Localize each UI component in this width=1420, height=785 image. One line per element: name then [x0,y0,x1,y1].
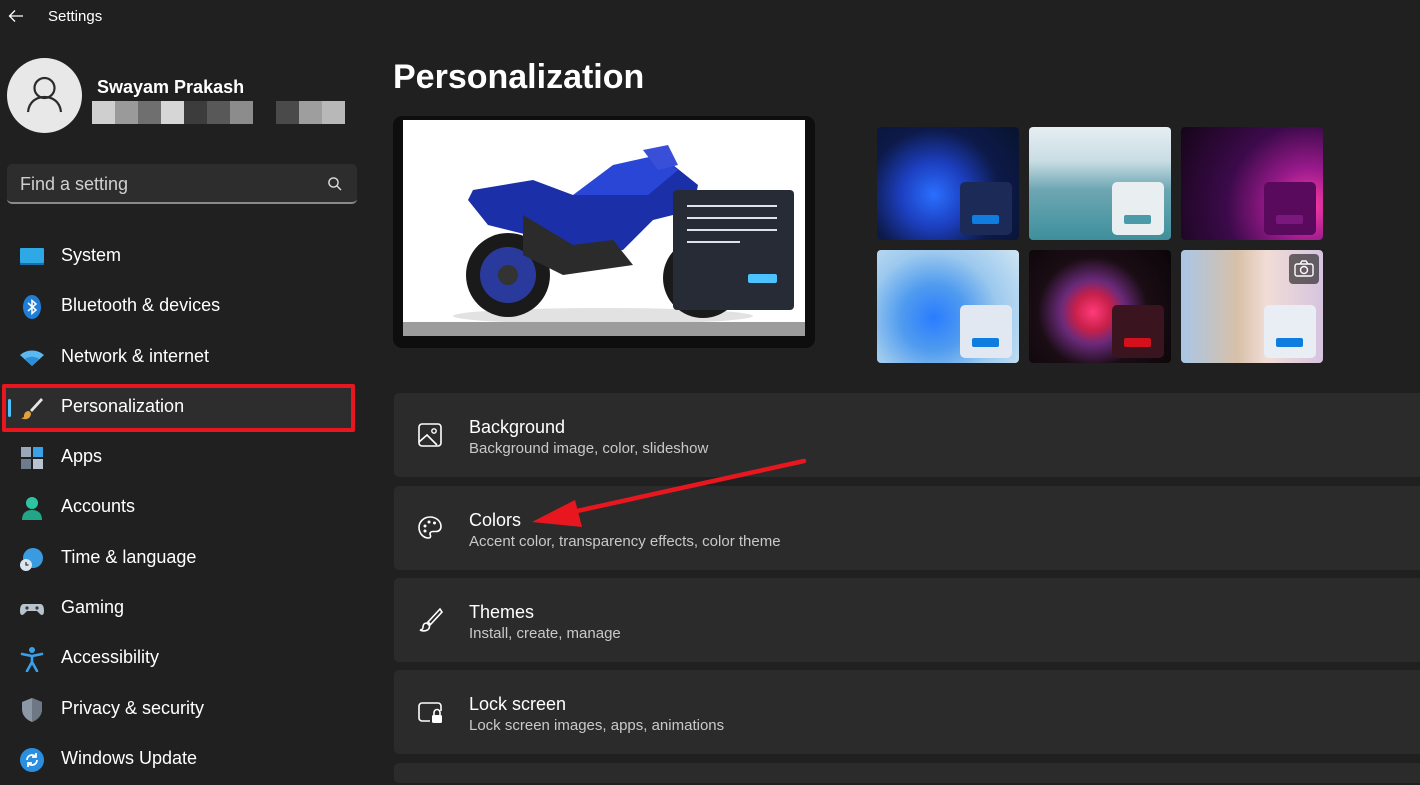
brush-icon [419,607,444,632]
redaction-block [230,101,253,124]
sidebar-item-label: Personalization [61,395,185,416]
redaction-block [299,101,322,124]
paintbrush-icon [21,397,43,420]
avatar[interactable] [7,58,82,133]
camera-icon [1289,254,1319,284]
sidebar-item-label: Accessibility [61,647,160,668]
sidebar-nav: System Bluetooth & devices Network & int… [0,232,362,785]
sidebar-item-label: Accounts [61,496,136,517]
monitor-icon [20,248,44,265]
globe-clock-icon [20,547,43,571]
redaction-block [276,101,299,124]
palette-icon [418,516,442,539]
sample-window [673,190,794,310]
shield-icon [22,697,42,722]
theme-windows-dark[interactable] [877,127,1019,240]
setting-title: Themes [469,602,535,622]
sidebar-item-label: Time & language [61,546,197,567]
sidebar-item-privacy[interactable]: Privacy & security [0,685,362,735]
search-input[interactable] [7,164,322,204]
theme-spotlight[interactable] [1181,250,1323,363]
sidebar-item-accounts[interactable]: Accounts [0,483,362,533]
sidebar-item-windows-update[interactable]: Windows Update [0,735,362,785]
setting-themes[interactable]: Themes Install, create, manage [394,578,1420,662]
sidebar-item-label: Bluetooth & devices [61,295,221,316]
selection-indicator [8,398,11,417]
title-bar: Settings [0,0,1420,32]
desktop-preview [393,116,815,348]
redaction-block [184,101,207,124]
redaction-block [253,101,276,124]
theme-captured-motion[interactable] [1029,250,1171,363]
sidebar-item-label: System [61,245,122,265]
redaction-block [138,101,161,124]
redaction-block [115,101,138,124]
image-icon [418,423,442,447]
sidebar-item-time-language[interactable]: Time & language [0,534,362,584]
setting-title: Colors [469,510,522,530]
sidebar-item-label: Network & internet [61,345,210,366]
redacted-email [92,101,345,124]
sidebar-item-label: Windows Update [61,747,198,768]
wifi-icon [20,350,44,366]
sidebar-item-network[interactable]: Network & internet [0,333,362,383]
apps-icon [21,447,43,470]
person-icon [26,76,63,113]
search-icon[interactable] [327,176,343,192]
sidebar-item-accessibility[interactable]: Accessibility [0,634,362,684]
accessibility-icon [20,647,44,673]
redaction-block [322,101,345,124]
setting-title: Lock screen [469,694,567,714]
wallpaper-preview [403,120,805,336]
redaction-block [207,101,230,124]
theme-windows-light[interactable] [877,250,1019,363]
sidebar-item-bluetooth[interactable]: Bluetooth & devices [0,282,362,332]
bluetooth-icon [23,295,41,320]
sidebar-item-apps[interactable]: Apps [0,433,362,483]
arrow-left-icon [8,10,23,22]
setting-colors[interactable]: Colors Accent color, transparency effect… [394,486,1420,570]
setting-next[interactable] [394,763,1420,783]
setting-description: Background image, color, slideshow [469,440,709,457]
page-title: Personalization [393,58,645,96]
back-button[interactable] [4,4,28,28]
sidebar-item-label: Gaming [61,597,125,618]
setting-title: Background [469,417,566,437]
redaction-block [92,101,115,124]
setting-description: Accent color, transparency effects, colo… [469,533,781,550]
sidebar-item-label: Apps [61,446,103,467]
gamepad-icon [20,604,44,616]
refresh-icon [20,747,44,772]
theme-glow-lake[interactable] [1029,127,1171,240]
window-title: Settings [48,8,103,25]
redaction-block [161,101,184,124]
search-box[interactable] [7,164,357,204]
sidebar-item-system[interactable]: System [0,232,362,282]
setting-background[interactable]: Background Background image, color, slid… [394,393,1420,477]
theme-glow-purple[interactable] [1181,127,1323,240]
sidebar-item-personalization[interactable]: Personalization [0,383,362,433]
person-icon [22,497,42,521]
setting-description: Install, create, manage [469,625,621,642]
preview-taskbar [403,322,805,336]
sidebar-item-label: Privacy & security [61,697,205,718]
setting-lock-screen[interactable]: Lock screen Lock screen images, apps, an… [394,670,1420,754]
sidebar-item-gaming[interactable]: Gaming [0,584,362,634]
user-name: Swayam Prakash [97,77,245,97]
setting-description: Lock screen images, apps, animations [469,717,725,734]
lock-screen-icon [418,702,442,723]
